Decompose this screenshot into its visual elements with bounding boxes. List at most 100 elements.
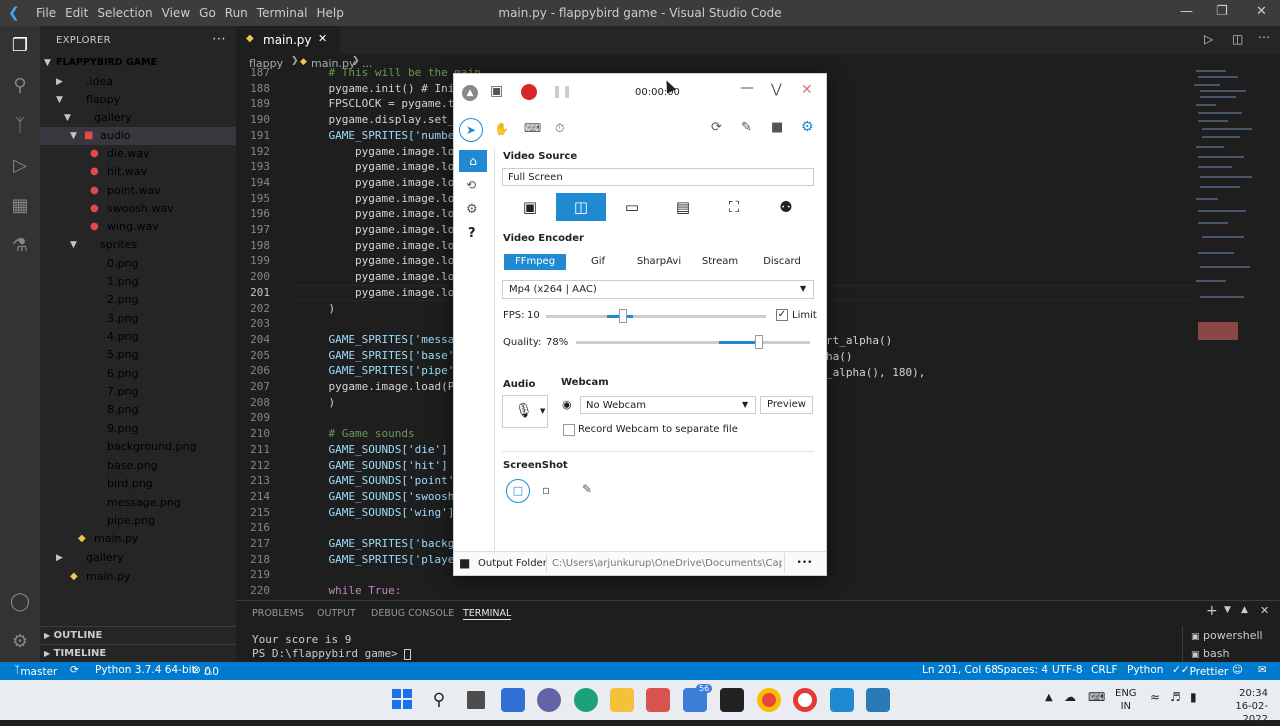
tree-item-9-png[interactable]: 9.png [40, 420, 236, 438]
snipping-tool-icon[interactable] [646, 688, 670, 712]
encoder-sharpavi-tab[interactable]: SharpAvi [628, 254, 690, 270]
task-view-icon[interactable] [464, 688, 488, 712]
tree-item-bird-png[interactable]: bird.png [40, 475, 236, 493]
volume-icon[interactable]: ♬ [1170, 690, 1181, 704]
tree-item-4-png[interactable]: 4.png [40, 328, 236, 346]
tree-item-die-wav[interactable]: ● die.wav [40, 145, 236, 163]
timer-icon[interactable]: ⏱ [555, 121, 564, 136]
run-icon[interactable]: ▷ [1204, 32, 1213, 46]
tree-item-flappy-main-py[interactable]: ◆ main.py [40, 530, 236, 548]
help-icon[interactable]: ? [468, 226, 476, 241]
run-debug-icon[interactable]: ▷ [8, 154, 32, 178]
maximize-panel-icon[interactable]: ▲ [1241, 605, 1248, 615]
encoder-gif-tab[interactable]: Gif [567, 254, 629, 270]
prettier-status[interactable]: ✓✓ Prettier [1172, 664, 1228, 678]
output-more-button[interactable]: ••• [784, 553, 824, 573]
tree-item-root-gallery[interactable]: ▶ gallery [40, 549, 236, 567]
tree-item-audio[interactable]: ▼ ■ audio [40, 127, 236, 145]
add-terminal-icon[interactable]: + [1206, 603, 1218, 619]
settings-gear-icon[interactable]: ⚙ [801, 119, 814, 135]
cursor-position[interactable]: Ln 201, Col 68 [922, 664, 998, 676]
account-icon[interactable]: ◯ [8, 590, 32, 614]
tree-item-1-png[interactable]: 1.png [40, 273, 236, 291]
webcam-select[interactable]: No Webcam ▼ [580, 396, 756, 414]
record-button[interactable] [521, 84, 537, 100]
encoder-ffmpeg-tab[interactable]: FFmpeg [504, 254, 566, 270]
clipboard-icon[interactable]: ▫ [542, 483, 550, 497]
tree-item-pipe-png[interactable]: pipe.png [40, 512, 236, 530]
tree-item-2-png[interactable]: 2.png [40, 291, 236, 309]
tree-item-3-png[interactable]: 3.png [40, 310, 236, 328]
settings-gear-icon[interactable]: ⚙ [8, 630, 32, 654]
wifi-icon[interactable]: ≈ [1150, 690, 1160, 704]
terminal-item-bash[interactable]: ▣ bash [1191, 647, 1229, 660]
tab-terminal[interactable]: TERMINAL [463, 608, 512, 620]
terminal-output[interactable]: Your score is 9 PS D:\flappybird game> [252, 633, 412, 661]
refresh-icon[interactable]: ⟳ [711, 120, 722, 135]
encoding[interactable]: UTF-8 [1052, 664, 1083, 676]
minimize-icon[interactable]: — [1180, 4, 1193, 19]
battery-icon[interactable]: ▮ [1190, 690, 1197, 704]
python-app-icon[interactable] [866, 688, 890, 712]
window-source-icon[interactable]: ▤ [658, 193, 708, 221]
captura-app-icon[interactable] [793, 688, 817, 712]
menu-selection[interactable]: Selection [97, 6, 161, 20]
source-control-icon[interactable]: ᛉ [8, 114, 32, 138]
more-actions-icon[interactable]: ⋯ [1258, 30, 1270, 44]
tree-item-5-png[interactable]: 5.png [40, 346, 236, 364]
brush-icon[interactable]: ✎ [741, 120, 752, 135]
vscode-app-icon[interactable] [830, 688, 854, 712]
camera-icon[interactable]: ▣ [490, 83, 503, 99]
editor-pencil-icon[interactable]: ✎ [582, 482, 592, 496]
cursor-icon[interactable]: ➤ [459, 118, 483, 142]
restore-icon[interactable]: ❐ [1216, 4, 1228, 19]
tree-item-base-png[interactable]: base.png [40, 457, 236, 475]
widgets-icon[interactable] [501, 688, 525, 712]
tree-item-0-png[interactable]: 0.png [40, 255, 236, 273]
notifications-icon[interactable]: ✉ [1258, 664, 1267, 676]
home-icon[interactable]: ⌂ [459, 150, 487, 172]
minimize-icon[interactable]: — [740, 80, 754, 96]
language-mode[interactable]: Python [1127, 664, 1163, 676]
tree-item-gallery[interactable]: ▼ gallery [40, 109, 236, 127]
tab-problems[interactable]: PROBLEMS [252, 608, 304, 619]
tree-item-sprites[interactable]: ▼ sprites [40, 236, 236, 254]
windows-start-icon[interactable] [392, 689, 412, 709]
region-source-icon[interactable]: ⛶ [709, 193, 759, 221]
monitor-source-icon[interactable]: ▭ [607, 193, 657, 221]
split-editor-icon[interactable]: ◫ [1232, 32, 1243, 46]
python-interpreter[interactable]: Python 3.7.4 64-bit [95, 664, 196, 676]
click-hand-icon[interactable]: ✋ [494, 122, 509, 136]
menu-run[interactable]: Run [225, 6, 257, 20]
extensions-icon[interactable]: ▦ [8, 194, 32, 218]
tab-output[interactable]: OUTPUT [317, 608, 356, 619]
search-icon[interactable]: ⚲ [8, 74, 32, 98]
edge-browser-icon[interactable] [574, 688, 598, 712]
video-source-field[interactable]: Full Screen [502, 168, 814, 186]
end-of-line[interactable]: CRLF [1091, 664, 1118, 676]
timeline-section[interactable]: ▶ TIMELINE [40, 644, 236, 662]
tab-main-py[interactable]: ◆ main.py ✕ [236, 26, 340, 54]
indentation[interactable]: Spaces: 4 [997, 664, 1048, 676]
save-to-disk-icon[interactable]: □ [506, 479, 530, 503]
chevron-up-icon[interactable]: ▲ [1045, 692, 1053, 703]
close-panel-icon[interactable]: ✕ [1260, 604, 1269, 617]
menu-help[interactable]: Help [317, 6, 353, 20]
menu-edit[interactable]: Edit [65, 6, 97, 20]
testing-icon[interactable]: ⚗ [8, 234, 32, 258]
clock[interactable]: 20:34 16-02-2022 [1212, 687, 1268, 726]
webcam-source-icon[interactable]: ▣ [505, 193, 555, 221]
tree-item-swoosh-wav[interactable]: ● swoosh.wav [40, 200, 236, 218]
problems-indicator[interactable]: ⊗ 0 △ 0 [192, 664, 219, 678]
record-webcam-checkbox[interactable] [563, 424, 575, 436]
encoder-discard-tab[interactable]: Discard [751, 254, 813, 270]
double-chevron-down-icon[interactable]: ⋁ [771, 82, 782, 97]
tree-item-background-png[interactable]: background.png [40, 438, 236, 456]
menu-terminal[interactable]: Terminal [257, 6, 317, 20]
feedback-icon[interactable]: ☺ [1232, 664, 1243, 676]
sync-icon[interactable]: ⟳ [70, 664, 79, 676]
tree-root[interactable]: ▼ FLAPPYBIRD GAME [40, 54, 236, 72]
minimap[interactable] [1190, 66, 1266, 366]
tab-debug-console[interactable]: DEBUG CONSOLE [371, 608, 454, 619]
tree-item-7-png[interactable]: 7.png [40, 383, 236, 401]
